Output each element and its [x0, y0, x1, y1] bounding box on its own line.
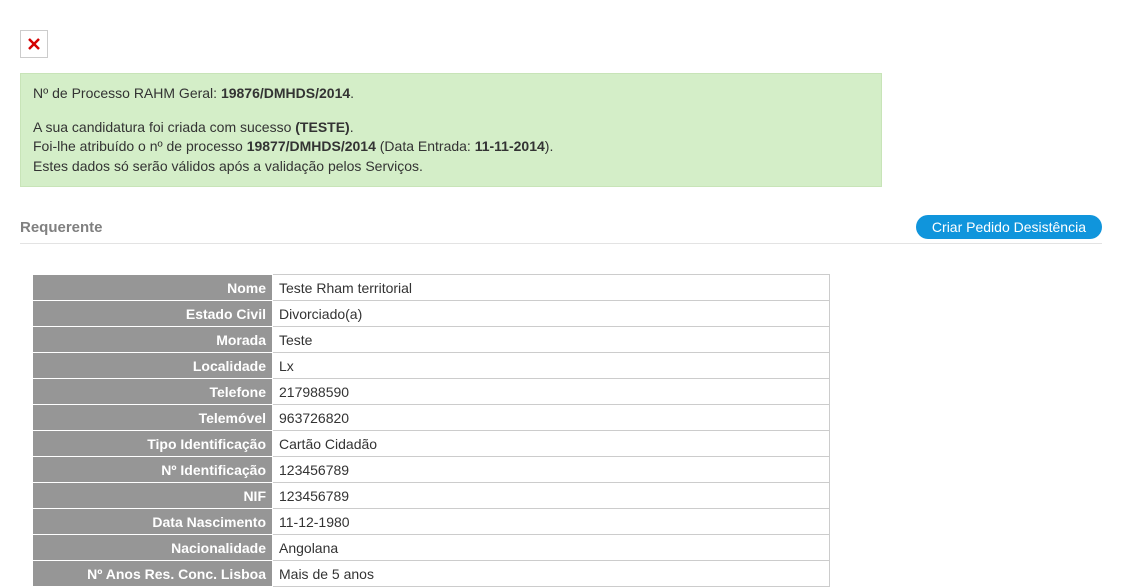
- table-row: Data Nascimento11-12-1980: [33, 509, 830, 535]
- field-value: 11-12-1980: [273, 509, 830, 535]
- field-value: Cartão Cidadão: [273, 431, 830, 457]
- field-label: Nº Identificação: [33, 457, 273, 483]
- applicant-table: NomeTeste Rham territorialEstado CivilDi…: [32, 274, 830, 587]
- field-label: Nome: [33, 275, 273, 301]
- field-value: Mais de 5 anos: [273, 561, 830, 587]
- field-label: Nº Anos Res. Conc. Lisboa: [33, 561, 273, 587]
- proc-label: Nº de Processo RAHM Geral:: [33, 85, 221, 101]
- field-value: 217988590: [273, 379, 830, 405]
- table-row: Nº Identificação123456789: [33, 457, 830, 483]
- field-label: Nacionalidade: [33, 535, 273, 561]
- table-row: Nº Anos Res. Conc. LisboaMais de 5 anos: [33, 561, 830, 587]
- table-row: Telemóvel963726820: [33, 405, 830, 431]
- field-label: Localidade: [33, 353, 273, 379]
- field-label: Estado Civil: [33, 301, 273, 327]
- field-label: Tipo Identificação: [33, 431, 273, 457]
- assigned-number: 19877/DMHDS/2014: [247, 138, 376, 154]
- table-row: Telefone217988590: [33, 379, 830, 405]
- created-tag: (TESTE): [295, 119, 349, 135]
- success-message: Nº de Processo RAHM Geral: 19876/DMHDS/2…: [20, 73, 882, 187]
- table-row: LocalidadeLx: [33, 353, 830, 379]
- table-row: MoradaTeste: [33, 327, 830, 353]
- entry-date: 11-11-2014: [475, 138, 545, 154]
- entry-prefix: (Data Entrada:: [376, 138, 475, 154]
- entry-suffix: ).: [545, 138, 554, 154]
- field-value: 123456789: [273, 457, 830, 483]
- assigned-prefix: Foi-lhe atribuído o nº de processo: [33, 138, 247, 154]
- proc-number: 19876/DMHDS/2014: [221, 85, 350, 101]
- table-row: NomeTeste Rham territorial: [33, 275, 830, 301]
- field-value: Teste Rham territorial: [273, 275, 830, 301]
- field-value: Angolana: [273, 535, 830, 561]
- close-icon: [27, 37, 41, 51]
- field-value: 123456789: [273, 483, 830, 509]
- table-row: NIF123456789: [33, 483, 830, 509]
- close-button[interactable]: [20, 30, 48, 58]
- field-label: Telefone: [33, 379, 273, 405]
- field-value: 963726820: [273, 405, 830, 431]
- field-label: NIF: [33, 483, 273, 509]
- field-label: Morada: [33, 327, 273, 353]
- field-label: Telemóvel: [33, 405, 273, 431]
- create-withdrawal-button[interactable]: Criar Pedido Desistência: [916, 215, 1102, 239]
- field-value: Teste: [273, 327, 830, 353]
- field-label: Data Nascimento: [33, 509, 273, 535]
- field-value: Lx: [273, 353, 830, 379]
- table-row: Tipo IdentificaçãoCartão Cidadão: [33, 431, 830, 457]
- created-prefix: A sua candidatura foi criada com sucesso: [33, 119, 295, 135]
- validation-note: Estes dados só serão válidos após a vali…: [33, 157, 869, 177]
- created-dot: .: [350, 119, 354, 135]
- field-value: Divorciado(a): [273, 301, 830, 327]
- section-title: Requerente: [20, 219, 103, 236]
- table-row: NacionalidadeAngolana: [33, 535, 830, 561]
- proc-dot: .: [350, 85, 354, 101]
- table-row: Estado CivilDivorciado(a): [33, 301, 830, 327]
- section-header: Requerente Criar Pedido Desistência: [20, 215, 1102, 244]
